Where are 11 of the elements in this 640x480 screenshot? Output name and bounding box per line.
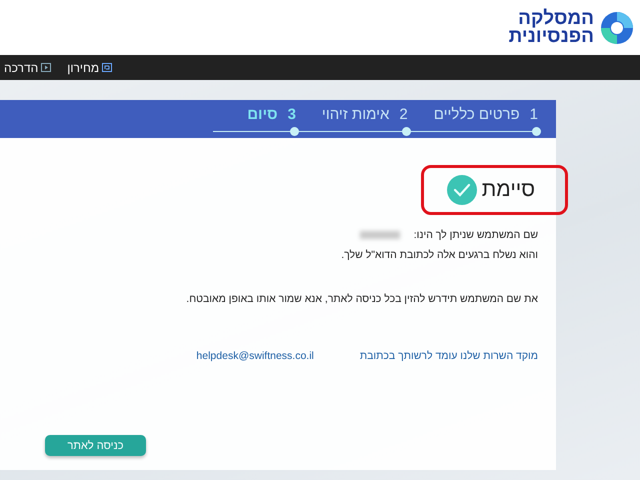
message-text: והוא נשלח ברגעים אלה לכתובת הדוא"ל שלך. xyxy=(341,249,538,261)
logo-text: הפנסיונית xyxy=(508,28,594,46)
contact-text: מוקד השרות שלנו עומד לרשותך בכתובת xyxy=(360,350,538,362)
enter-site-button[interactable]: כניסה לאתר xyxy=(45,435,146,456)
username-label: שם המשתמש שניתן לך הינו: xyxy=(414,229,538,241)
nav-link[interactable]: מחירון xyxy=(67,60,112,74)
message-text: את שם המשתמש תידרש להזין בכל כניסה לאתר, אנא שמור אותו באופן מאובטח. xyxy=(186,293,538,305)
nav-link[interactable]: הדרכה xyxy=(4,60,52,74)
email-link[interactable]: helpdesk@swiftness.co.il xyxy=(196,350,314,362)
completion-title: סיימת xyxy=(482,178,535,202)
logo-text: המסלקה xyxy=(517,10,594,28)
